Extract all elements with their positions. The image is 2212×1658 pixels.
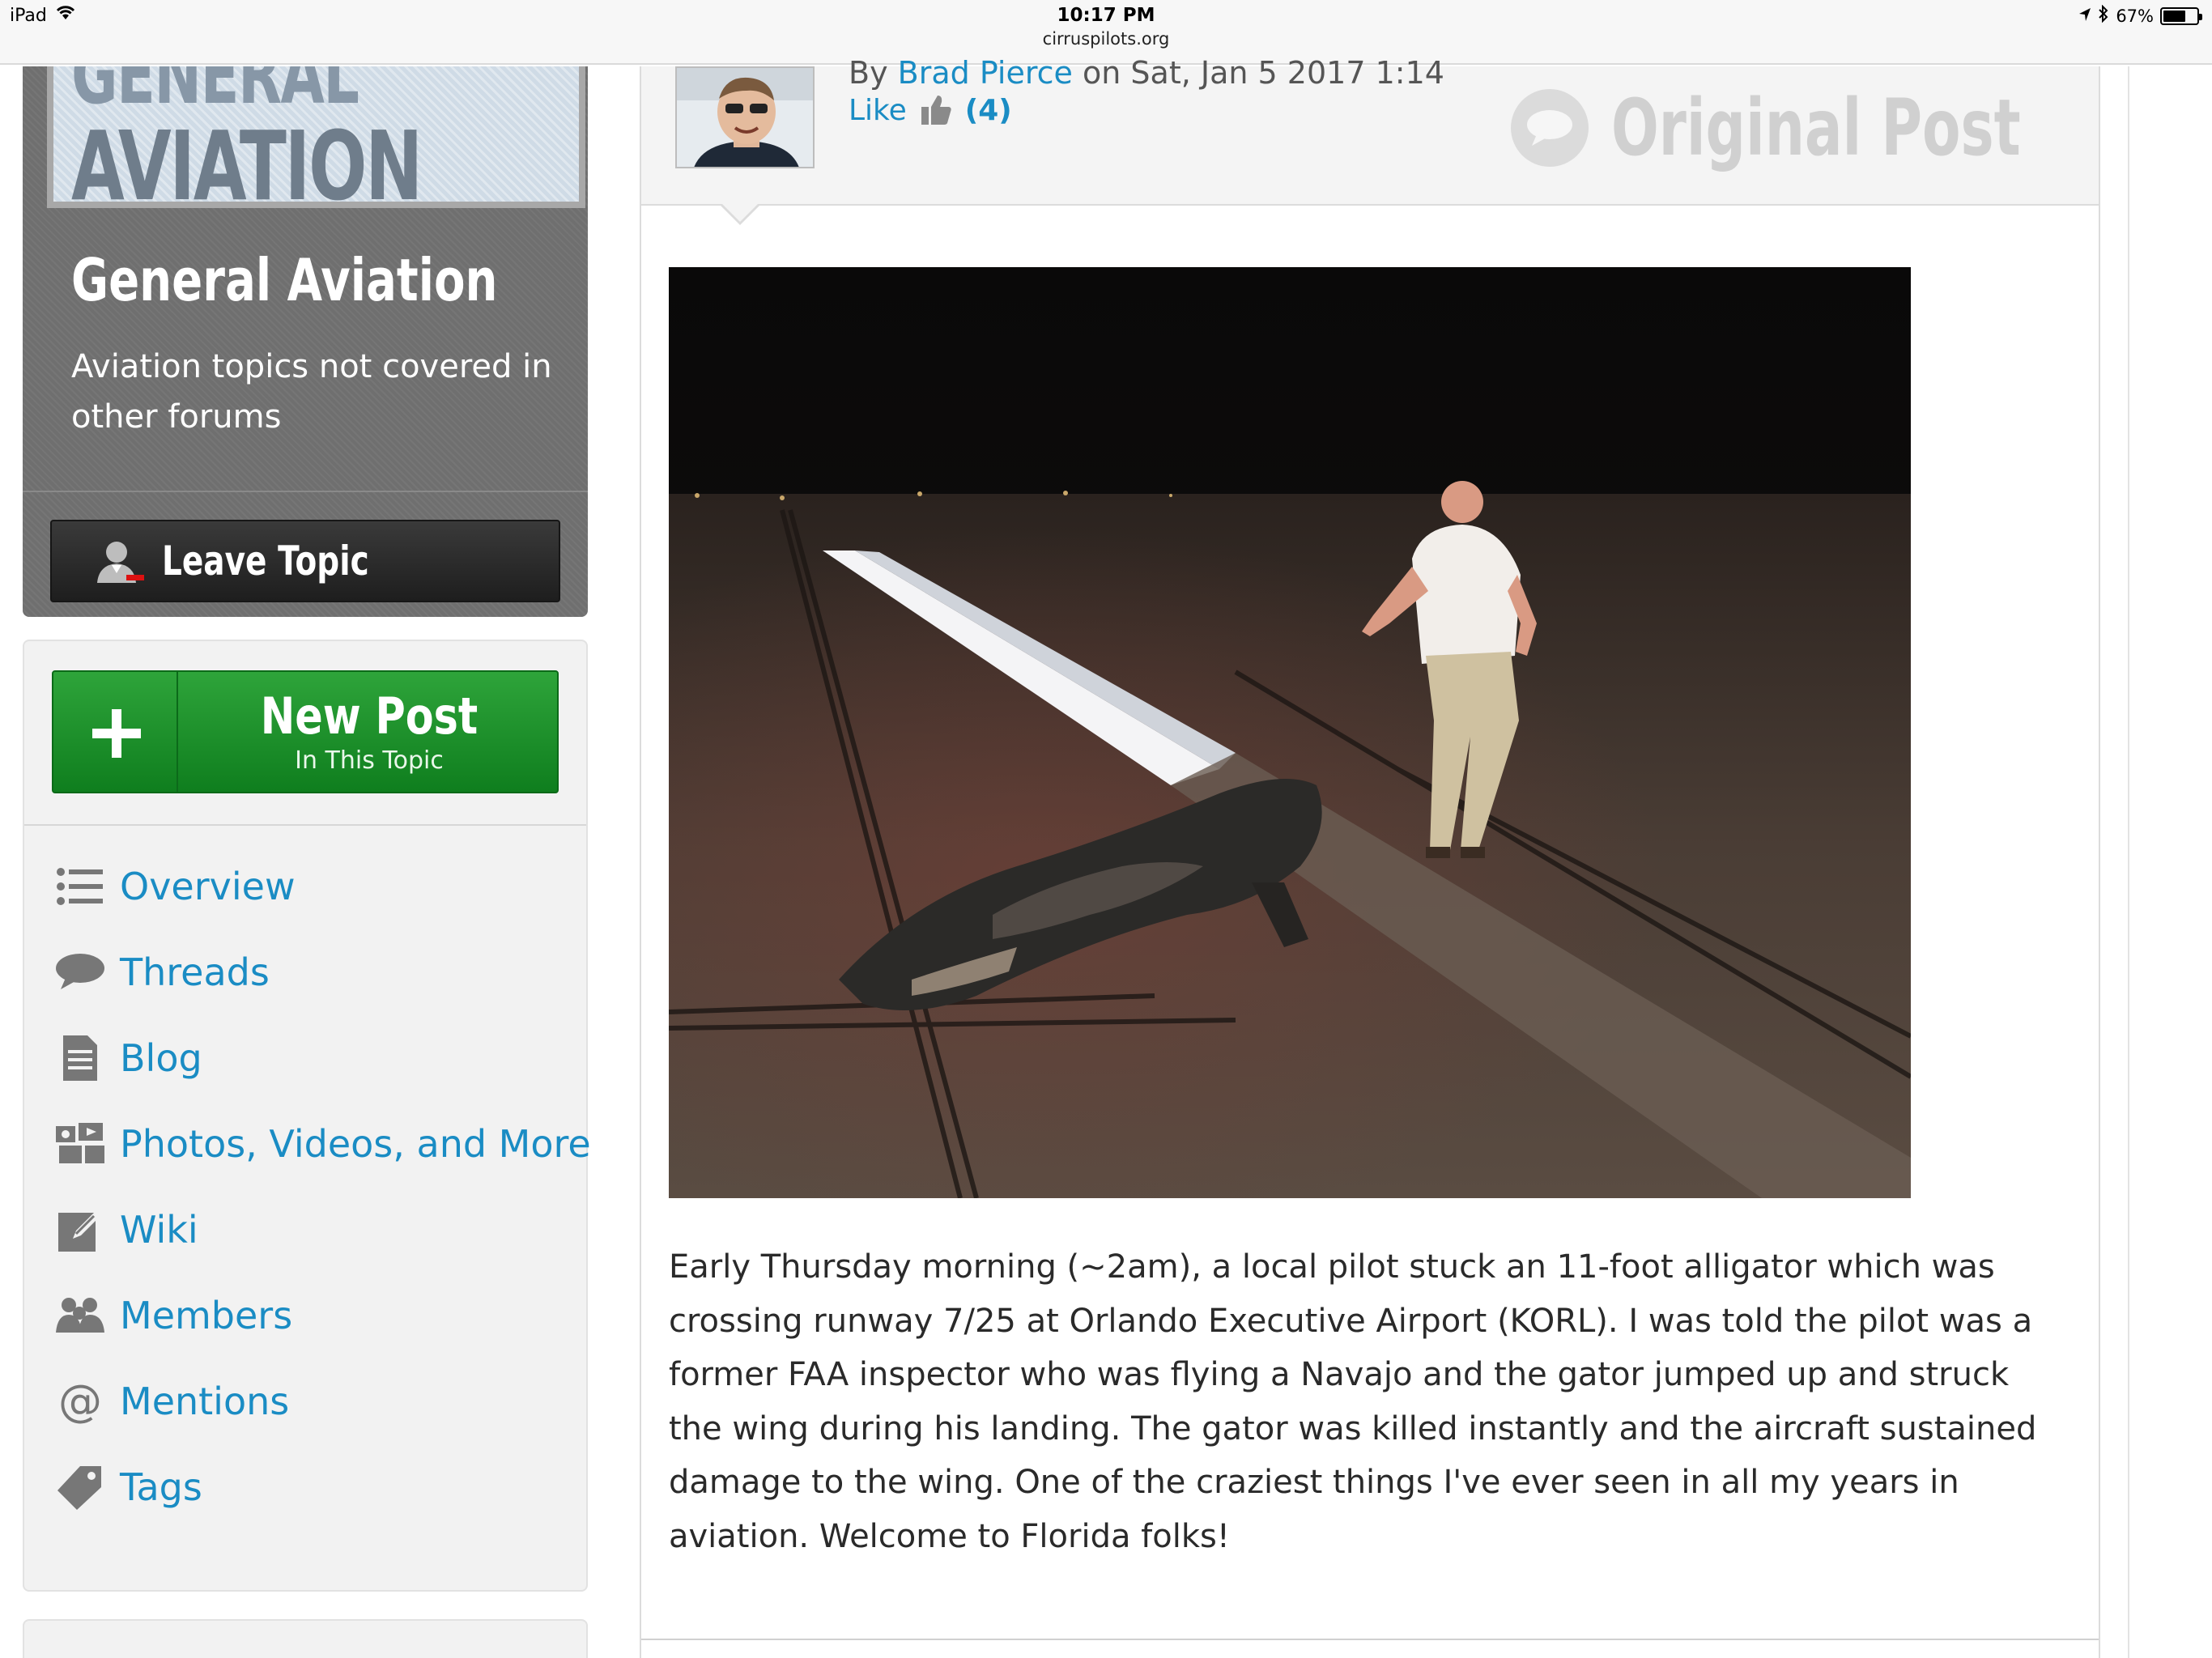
post-byline: By Brad Pierce on Sat, Jan 5 2017 1:14 <box>849 55 1444 91</box>
new-post-label: New Post <box>260 687 479 746</box>
plus-icon <box>53 672 178 792</box>
address-url[interactable]: cirruspilots.org <box>0 29 2212 49</box>
right-gutter <box>2128 66 2212 1658</box>
list-icon <box>53 862 107 911</box>
topic-navigation: New Post In This Topic Overview Threads … <box>23 640 591 1592</box>
speech-bubble-icon <box>53 948 107 997</box>
nav-item-threads[interactable]: Threads <box>24 929 586 1015</box>
divider <box>641 1639 2099 1640</box>
bluetooth-icon <box>2098 4 2109 27</box>
nav-item-wiki[interactable]: Wiki <box>24 1187 586 1273</box>
nav-item-photos-videos[interactable]: Photos, Videos, and More <box>24 1101 591 1187</box>
speech-bubble-icon <box>1509 87 1590 168</box>
leave-user-icon <box>94 538 147 588</box>
divider <box>23 491 588 492</box>
nav-item-blog[interactable]: Blog <box>24 1015 586 1101</box>
author-link[interactable]: Brad Pierce <box>898 55 1073 91</box>
post-date: on Sat, Jan 5 2017 1:14 <box>1083 55 1444 91</box>
like-row: Like (4) <box>849 92 1012 128</box>
nav-label: Blog <box>120 1036 202 1080</box>
post-card: By Brad Pierce on Sat, Jan 5 2017 1:14 L… <box>640 55 2100 1658</box>
original-post-badge: Original Post <box>1509 83 2066 173</box>
nav-item-tags[interactable]: Tags <box>24 1444 586 1530</box>
byline-by: By <box>849 55 888 91</box>
clock: 10:17 PM <box>1057 5 1155 26</box>
status-center: 10:17 PM cirruspilots.org <box>0 5 2212 49</box>
nav-label: Members <box>120 1294 293 1337</box>
nav-item-members[interactable]: Members <box>24 1273 586 1358</box>
edit-icon <box>53 1205 107 1254</box>
media-icon <box>53 1120 107 1168</box>
post-header: By Brad Pierce on Sat, Jan 5 2017 1:14 L… <box>641 55 2099 206</box>
header-pointer <box>719 202 761 225</box>
leave-topic-label: Leave Topic <box>162 538 369 585</box>
status-right: 67% <box>2078 4 2202 27</box>
leave-topic-button[interactable]: Leave Topic <box>50 520 560 602</box>
topic-card: GENERAL AVIATION General Aviation Aviati… <box>23 66 588 617</box>
nav-list: Overview Threads Blog Photos, Videos, an… <box>24 844 591 1530</box>
at-icon: @ <box>53 1377 107 1426</box>
thumbs-up-icon[interactable] <box>918 92 954 128</box>
nav-label: Wiki <box>120 1208 198 1252</box>
document-icon <box>53 1034 107 1082</box>
new-post-sublabel: In This Topic <box>295 746 444 775</box>
topic-banner: GENERAL AVIATION <box>47 66 585 208</box>
post-photo[interactable] <box>669 267 1911 1198</box>
nav-label: Tags <box>120 1465 202 1509</box>
new-post-button[interactable]: New Post In This Topic <box>52 670 559 793</box>
nav-label: Overview <box>120 865 296 908</box>
battery-icon <box>2160 6 2202 25</box>
nav-item-mentions[interactable]: @ Mentions <box>24 1358 586 1444</box>
like-count: (4) <box>964 93 1012 127</box>
topic-description: Aviation topics not covered in other for… <box>71 348 552 436</box>
svg-text:@: @ <box>58 1379 102 1424</box>
banner-text-line2: AVIATION <box>71 110 423 208</box>
tag-icon <box>53 1463 107 1511</box>
nav-label: Photos, Videos, and More <box>120 1122 591 1166</box>
nav-label: Threads <box>120 950 270 994</box>
battery-level <box>2163 10 2185 22</box>
sidebar-card-partial <box>23 1619 588 1658</box>
battery-percent: 67% <box>2116 6 2154 26</box>
divider <box>24 824 586 826</box>
post-body: Early Thursday morning (~2am), a local p… <box>669 1248 2037 1555</box>
like-link[interactable]: Like <box>849 94 907 127</box>
nav-label: Mentions <box>120 1380 290 1423</box>
nav-item-overview[interactable]: Overview <box>24 844 586 929</box>
avatar[interactable] <box>675 66 815 168</box>
topic-title: General Aviation <box>71 246 498 314</box>
original-post-label: Original Post <box>1610 83 2021 173</box>
members-icon <box>53 1291 107 1340</box>
location-arrow-icon <box>2078 6 2091 26</box>
